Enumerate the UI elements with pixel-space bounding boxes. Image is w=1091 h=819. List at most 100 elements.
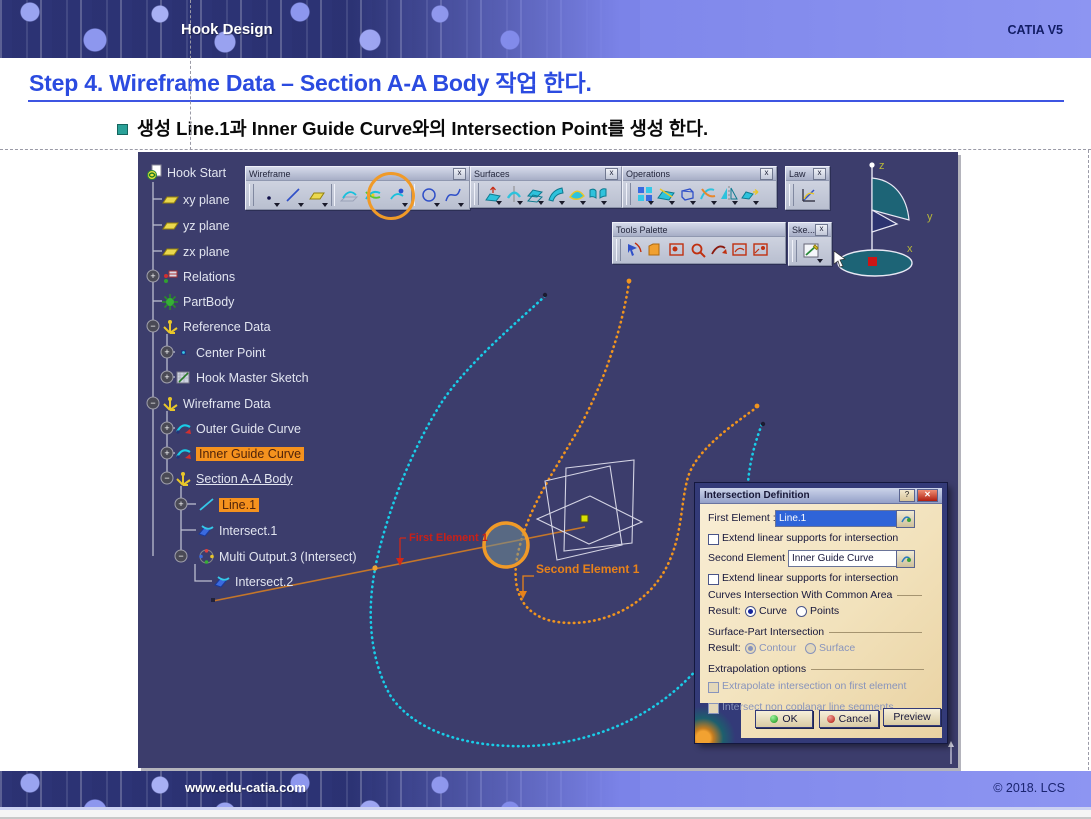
- dropdown-arrow-icon[interactable]: [690, 201, 696, 205]
- tree-item-relations[interactable]: Relations: [162, 268, 235, 285]
- dropdown-arrow-icon[interactable]: [753, 201, 759, 205]
- sweep-icon[interactable]: [545, 184, 566, 205]
- dropdown-arrow-icon[interactable]: [298, 203, 304, 207]
- palette-2-icon[interactable]: [645, 240, 666, 261]
- toolbar-titlebar[interactable]: Operationsx: [623, 167, 776, 181]
- palette-4-icon[interactable]: [687, 240, 708, 261]
- dropdown-arrow-icon[interactable]: [517, 201, 523, 205]
- toolbar-drag-handle[interactable]: [626, 183, 631, 205]
- dropdown-arrow-icon[interactable]: [322, 203, 328, 207]
- tree-item-wireframe-data[interactable]: Wireframe Data: [162, 395, 271, 412]
- circle-icon[interactable]: [417, 183, 441, 207]
- cancel-button[interactable]: Cancel: [819, 710, 879, 728]
- toolbar-law[interactable]: Lawx: [785, 166, 830, 210]
- dropdown-arrow-icon[interactable]: [732, 201, 738, 205]
- second-element-field[interactable]: Inner Guide Curve: [788, 550, 897, 567]
- toolbar-titlebar[interactable]: Tools Palette: [613, 223, 785, 237]
- extend-second-checkbox[interactable]: [708, 574, 719, 585]
- point-icon[interactable]: [257, 183, 281, 207]
- dropdown-arrow-icon[interactable]: [458, 203, 464, 207]
- blend-icon[interactable]: [587, 184, 608, 205]
- first-element-picker-icon[interactable]: [896, 510, 915, 528]
- dropdown-arrow-icon[interactable]: [538, 201, 544, 205]
- sketcher-icon[interactable]: [800, 239, 824, 263]
- dropdown-arrow-icon[interactable]: [434, 203, 440, 207]
- extend-first-checkbox[interactable]: [708, 534, 719, 545]
- scale-icon[interactable]: [676, 184, 697, 205]
- first-element-field[interactable]: Line.1: [775, 510, 897, 527]
- ok-button[interactable]: OK: [755, 710, 813, 728]
- law-icon[interactable]: [797, 183, 821, 207]
- toolbar-titlebar[interactable]: Surfacesx: [471, 167, 621, 181]
- palette-3-icon[interactable]: [666, 240, 687, 261]
- toolbar-titlebar[interactable]: Ske...x: [789, 223, 831, 237]
- yellow-point-marker[interactable]: [581, 515, 588, 522]
- spline-icon[interactable]: [441, 183, 465, 207]
- toolbar-wireframe[interactable]: Wireframex: [245, 166, 470, 210]
- dropdown-arrow-icon[interactable]: [580, 201, 586, 205]
- tree-item-zx-plane[interactable]: zx plane: [162, 243, 230, 260]
- close-icon[interactable]: x: [605, 168, 618, 180]
- palette-5-icon[interactable]: [708, 240, 729, 261]
- help-button[interactable]: ?: [899, 489, 915, 502]
- palette-7-icon[interactable]: [750, 240, 771, 261]
- tree-item-reference-data[interactable]: Reference Data: [162, 318, 271, 335]
- dropdown-arrow-icon[interactable]: [274, 203, 280, 207]
- dropdown-arrow-icon[interactable]: [669, 201, 675, 205]
- toolbar-ske[interactable]: Ske...x: [788, 222, 832, 266]
- close-icon[interactable]: x: [815, 224, 828, 236]
- revolve-icon[interactable]: [503, 184, 524, 205]
- palette-6-icon[interactable]: [729, 240, 750, 261]
- fill-icon[interactable]: [566, 184, 587, 205]
- offset-icon[interactable]: [524, 184, 545, 205]
- dialog-titlebar[interactable]: Intersection Definition ? ✕: [700, 488, 942, 504]
- dropdown-arrow-icon[interactable]: [496, 201, 502, 205]
- palette-1-icon[interactable]: [624, 240, 645, 261]
- dropdown-arrow-icon[interactable]: [711, 201, 717, 205]
- dropdown-arrow-icon[interactable]: [648, 201, 654, 205]
- close-icon[interactable]: x: [813, 168, 826, 180]
- toolbar-drag-handle[interactable]: [474, 183, 479, 205]
- compass-base-handle[interactable]: [868, 257, 877, 266]
- toolbar-drag-handle[interactable]: [792, 240, 797, 262]
- tree-item-section-a-a-body[interactable]: Section A-A Body: [175, 470, 293, 487]
- tree-item-multi-output-3-intersect[interactable]: Multi Output.3 (Intersect): [198, 548, 357, 565]
- close-icon[interactable]: x: [453, 168, 466, 180]
- preview-button[interactable]: Preview: [883, 708, 941, 726]
- tree-item-partbody[interactable]: PartBody: [162, 293, 234, 310]
- close-icon[interactable]: ✕: [917, 489, 938, 502]
- tree-item-xy-plane[interactable]: xy plane: [162, 191, 230, 208]
- close-icon[interactable]: x: [760, 168, 773, 180]
- projection-icon[interactable]: [337, 183, 361, 207]
- toolbar-drag-handle[interactable]: [789, 184, 794, 206]
- tree-item-intersect-1[interactable]: Intersect.1: [198, 522, 277, 539]
- dropdown-arrow-icon[interactable]: [559, 201, 565, 205]
- tree-item-intersect-2[interactable]: Intersect.2: [214, 573, 293, 590]
- join-icon[interactable]: [634, 184, 655, 205]
- dropdown-arrow-icon[interactable]: [817, 259, 823, 263]
- tree-item-hook-start[interactable]: Hook Start: [146, 164, 226, 181]
- tree-item-hook-master-sketch[interactable]: Hook Master Sketch: [175, 369, 309, 386]
- symmetry-icon[interactable]: [718, 184, 739, 205]
- result-points-radio[interactable]: [796, 606, 807, 617]
- toolbar-surfaces[interactable]: Surfacesx: [470, 166, 622, 208]
- toolbar-drag-handle[interactable]: [249, 184, 254, 206]
- tree-item-outer-guide-curve[interactable]: Outer Guide Curve: [175, 420, 301, 437]
- trim-icon[interactable]: [697, 184, 718, 205]
- plane-icon[interactable]: [305, 183, 329, 207]
- dropdown-arrow-icon[interactable]: [601, 201, 607, 205]
- second-element-picker-icon[interactable]: [896, 550, 915, 568]
- line-icon[interactable]: [281, 183, 305, 207]
- extrapolate-icon[interactable]: [739, 184, 760, 205]
- tree-item-inner-guide-curve[interactable]: Inner Guide Curve: [175, 445, 304, 462]
- toolbar-drag-handle[interactable]: [616, 239, 621, 261]
- toolbar-operations[interactable]: Operationsx: [622, 166, 777, 208]
- toolbar-tools-palette[interactable]: Tools Palette: [612, 222, 786, 264]
- result-curve-radio[interactable]: [745, 606, 756, 617]
- tree-item-center-point[interactable]: Center Point: [175, 344, 265, 361]
- extrude-icon[interactable]: [482, 184, 503, 205]
- toolbar-titlebar[interactable]: Lawx: [786, 167, 829, 181]
- split-icon[interactable]: [655, 184, 676, 205]
- tree-item-yz-plane[interactable]: yz plane: [162, 217, 230, 234]
- compass[interactable]: z y x: [837, 158, 937, 294]
